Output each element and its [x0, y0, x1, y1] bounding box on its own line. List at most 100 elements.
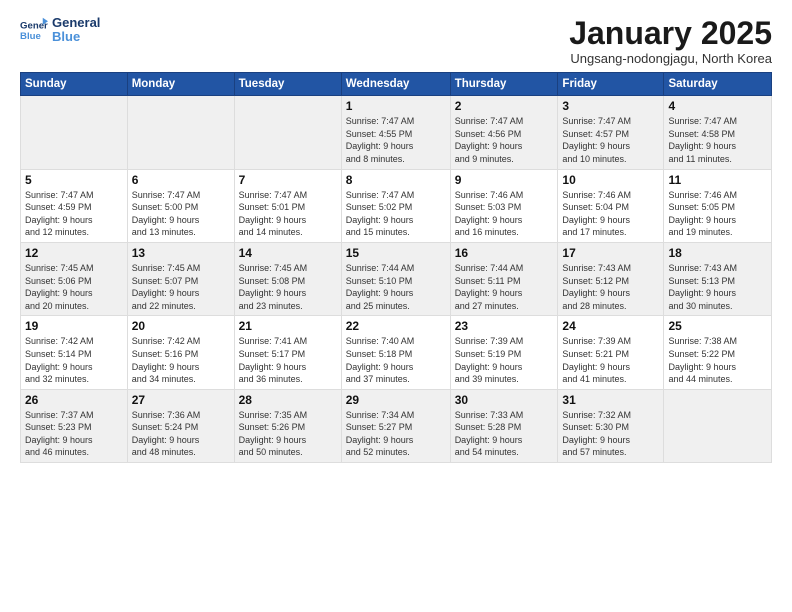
calendar-cell: 16Sunrise: 7:44 AM Sunset: 5:11 PM Dayli…	[450, 242, 558, 315]
day-number: 23	[455, 319, 554, 333]
day-number: 2	[455, 99, 554, 113]
calendar-cell: 28Sunrise: 7:35 AM Sunset: 5:26 PM Dayli…	[234, 389, 341, 462]
cell-daylight-info: Sunrise: 7:39 AM Sunset: 5:19 PM Dayligh…	[455, 335, 554, 385]
calendar-day-header: Tuesday	[234, 73, 341, 96]
calendar-cell: 6 Sunrise: 7:47 AM Sunset: 5:00 PM Daylig…	[127, 169, 234, 242]
calendar-week-row: 26 Sunrise: 7:37 AM Sunset: 5:23 PM Dayli…	[21, 389, 772, 462]
title-block: January 2025 Ungsang-nodongjagu, North K…	[569, 16, 772, 66]
calendar-day-header: Saturday	[664, 73, 772, 96]
day-number: 21	[239, 319, 337, 333]
day-number: 3	[562, 99, 659, 113]
page: General Blue General Blue January 2025 U…	[0, 0, 792, 473]
calendar-week-row: 12 Sunrise: 7:45 AM Sunset: 5:06 PM Dayli…	[21, 242, 772, 315]
day-number: 20	[132, 319, 230, 333]
calendar-cell	[21, 96, 128, 169]
cell-daylight-info: Sunrise: 7:34 AM Sunset: 5:27 PM Dayligh…	[346, 409, 446, 459]
cell-daylight-info: Sunrise: 7:43 AM Sunset: 5:12 PM Dayligh…	[562, 262, 659, 312]
calendar-cell: 26 Sunrise: 7:37 AM Sunset: 5:23 PM Dayli…	[21, 389, 128, 462]
logo: General Blue General Blue	[20, 16, 100, 45]
calendar-cell: 29 Sunrise: 7:34 AM Sunset: 5:27 PM Dayli…	[341, 389, 450, 462]
cell-daylight-info: Sunrise: 7:45 AM Sunset: 5:07 PM Dayligh…	[132, 262, 230, 312]
calendar-cell: 8 Sunrise: 7:47 AM Sunset: 5:02 PM Daylig…	[341, 169, 450, 242]
calendar-day-header: Sunday	[21, 73, 128, 96]
cell-daylight-info: Sunrise: 7:44 AM Sunset: 5:10 PM Dayligh…	[346, 262, 446, 312]
calendar-cell: 19Sunrise: 7:42 AM Sunset: 5:14 PM Dayli…	[21, 316, 128, 389]
day-number: 4	[668, 99, 767, 113]
day-number: 7	[239, 173, 337, 187]
day-number: 24	[562, 319, 659, 333]
calendar-cell: 5 Sunrise: 7:47 AM Sunset: 4:59 PM Daylig…	[21, 169, 128, 242]
day-number: 16	[455, 246, 554, 260]
calendar-cell: 31Sunrise: 7:32 AM Sunset: 5:30 PM Dayli…	[558, 389, 664, 462]
calendar-cell: 12 Sunrise: 7:45 AM Sunset: 5:06 PM Dayli…	[21, 242, 128, 315]
calendar-cell: 20 Sunrise: 7:42 AM Sunset: 5:16 PM Dayli…	[127, 316, 234, 389]
cell-daylight-info: Sunrise: 7:37 AM Sunset: 5:23 PM Dayligh…	[25, 409, 123, 459]
cell-daylight-info: Sunrise: 7:33 AM Sunset: 5:28 PM Dayligh…	[455, 409, 554, 459]
cell-daylight-info: Sunrise: 7:47 AM Sunset: 4:57 PM Dayligh…	[562, 115, 659, 165]
cell-daylight-info: Sunrise: 7:47 AM Sunset: 4:56 PM Dayligh…	[455, 115, 554, 165]
calendar-cell: 14 Sunrise: 7:45 AM Sunset: 5:08 PM Dayli…	[234, 242, 341, 315]
calendar-cell: 27Sunrise: 7:36 AM Sunset: 5:24 PM Dayli…	[127, 389, 234, 462]
cell-daylight-info: Sunrise: 7:45 AM Sunset: 5:08 PM Dayligh…	[239, 262, 337, 312]
cell-daylight-info: Sunrise: 7:35 AM Sunset: 5:26 PM Dayligh…	[239, 409, 337, 459]
cell-daylight-info: Sunrise: 7:47 AM Sunset: 5:02 PM Dayligh…	[346, 189, 446, 239]
calendar-week-row: 5 Sunrise: 7:47 AM Sunset: 4:59 PM Daylig…	[21, 169, 772, 242]
svg-text:Blue: Blue	[20, 31, 41, 42]
cell-daylight-info: Sunrise: 7:42 AM Sunset: 5:16 PM Dayligh…	[132, 335, 230, 385]
calendar-cell: 24 Sunrise: 7:39 AM Sunset: 5:21 PM Dayli…	[558, 316, 664, 389]
calendar-cell: 30Sunrise: 7:33 AM Sunset: 5:28 PM Dayli…	[450, 389, 558, 462]
day-number: 15	[346, 246, 446, 260]
cell-daylight-info: Sunrise: 7:43 AM Sunset: 5:13 PM Dayligh…	[668, 262, 767, 312]
cell-daylight-info: Sunrise: 7:46 AM Sunset: 5:03 PM Dayligh…	[455, 189, 554, 239]
logo-line1: General	[52, 16, 100, 30]
cell-daylight-info: Sunrise: 7:46 AM Sunset: 5:04 PM Dayligh…	[562, 189, 659, 239]
cell-daylight-info: Sunrise: 7:47 AM Sunset: 4:59 PM Dayligh…	[25, 189, 123, 239]
month-title: January 2025	[569, 16, 772, 51]
calendar-cell	[127, 96, 234, 169]
day-number: 14	[239, 246, 337, 260]
cell-daylight-info: Sunrise: 7:45 AM Sunset: 5:06 PM Dayligh…	[25, 262, 123, 312]
day-number: 1	[346, 99, 446, 113]
calendar-cell: 15 Sunrise: 7:44 AM Sunset: 5:10 PM Dayli…	[341, 242, 450, 315]
location-subtitle: Ungsang-nodongjagu, North Korea	[569, 51, 772, 66]
cell-daylight-info: Sunrise: 7:39 AM Sunset: 5:21 PM Dayligh…	[562, 335, 659, 385]
calendar-day-header: Wednesday	[341, 73, 450, 96]
calendar-cell: 3 Sunrise: 7:47 AM Sunset: 4:57 PM Daylig…	[558, 96, 664, 169]
calendar-cell: 17Sunrise: 7:43 AM Sunset: 5:12 PM Dayli…	[558, 242, 664, 315]
day-number: 11	[668, 173, 767, 187]
calendar-day-header: Thursday	[450, 73, 558, 96]
calendar-cell: 11Sunrise: 7:46 AM Sunset: 5:05 PM Dayli…	[664, 169, 772, 242]
day-number: 9	[455, 173, 554, 187]
day-number: 18	[668, 246, 767, 260]
calendar-day-header: Monday	[127, 73, 234, 96]
day-number: 29	[346, 393, 446, 407]
cell-daylight-info: Sunrise: 7:47 AM Sunset: 5:01 PM Dayligh…	[239, 189, 337, 239]
calendar-day-header: Friday	[558, 73, 664, 96]
logo-line2: Blue	[52, 30, 100, 44]
calendar-cell: 9 Sunrise: 7:46 AM Sunset: 5:03 PM Daylig…	[450, 169, 558, 242]
calendar-cell: 18 Sunrise: 7:43 AM Sunset: 5:13 PM Dayli…	[664, 242, 772, 315]
calendar-cell: 2 Sunrise: 7:47 AM Sunset: 4:56 PM Daylig…	[450, 96, 558, 169]
cell-daylight-info: Sunrise: 7:40 AM Sunset: 5:18 PM Dayligh…	[346, 335, 446, 385]
cell-daylight-info: Sunrise: 7:32 AM Sunset: 5:30 PM Dayligh…	[562, 409, 659, 459]
calendar-cell: 22 Sunrise: 7:40 AM Sunset: 5:18 PM Dayli…	[341, 316, 450, 389]
day-number: 6	[132, 173, 230, 187]
cell-daylight-info: Sunrise: 7:36 AM Sunset: 5:24 PM Dayligh…	[132, 409, 230, 459]
calendar-cell: 7 Sunrise: 7:47 AM Sunset: 5:01 PM Daylig…	[234, 169, 341, 242]
day-number: 13	[132, 246, 230, 260]
calendar-cell: 23 Sunrise: 7:39 AM Sunset: 5:19 PM Dayli…	[450, 316, 558, 389]
cell-daylight-info: Sunrise: 7:47 AM Sunset: 5:00 PM Dayligh…	[132, 189, 230, 239]
day-number: 26	[25, 393, 123, 407]
day-number: 8	[346, 173, 446, 187]
cell-daylight-info: Sunrise: 7:47 AM Sunset: 4:58 PM Dayligh…	[668, 115, 767, 165]
calendar-cell: 10Sunrise: 7:46 AM Sunset: 5:04 PM Dayli…	[558, 169, 664, 242]
day-number: 12	[25, 246, 123, 260]
calendar-cell	[664, 389, 772, 462]
calendar-cell: 21Sunrise: 7:41 AM Sunset: 5:17 PM Dayli…	[234, 316, 341, 389]
day-number: 5	[25, 173, 123, 187]
header: General Blue General Blue January 2025 U…	[20, 16, 772, 66]
cell-daylight-info: Sunrise: 7:38 AM Sunset: 5:22 PM Dayligh…	[668, 335, 767, 385]
calendar-cell	[234, 96, 341, 169]
calendar-header-row: SundayMondayTuesdayWednesdayThursdayFrid…	[21, 73, 772, 96]
day-number: 22	[346, 319, 446, 333]
